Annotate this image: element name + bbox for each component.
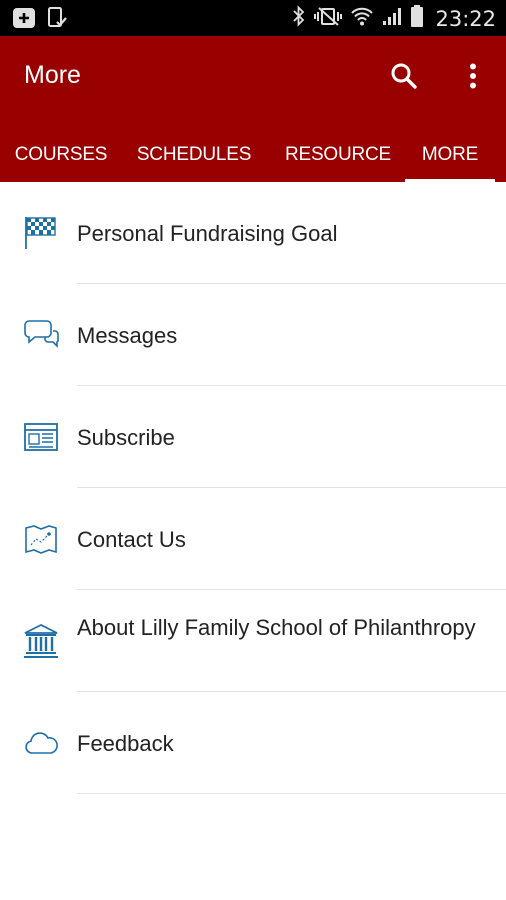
tab-bar: COURSES SCHEDULES RESOURCE MORE: [0, 128, 506, 182]
menu-item-messages[interactable]: Messages: [0, 284, 506, 386]
divider: [77, 793, 506, 794]
menu-item-label: Subscribe: [77, 425, 175, 450]
signal-icon: [381, 5, 403, 32]
chat-bubbles-icon: [23, 317, 59, 353]
tab-more[interactable]: MORE: [405, 128, 495, 182]
more-menu-list: Personal Fundraising Goal Messages Subsc…: [0, 182, 506, 794]
menu-item-feedback[interactable]: Feedback: [0, 692, 506, 794]
menu-item-label: Messages: [77, 323, 178, 348]
menu-item-about[interactable]: About Lilly Family School of Philanthrop…: [0, 590, 506, 692]
add-box-icon: [12, 7, 36, 34]
menu-item-label: Contact Us: [77, 527, 186, 552]
menu-item-contact-us[interactable]: Contact Us: [0, 488, 506, 590]
bluetooth-icon: [292, 5, 306, 32]
tab-courses[interactable]: COURSES: [0, 128, 122, 182]
page-title: More: [24, 61, 81, 89]
cloud-icon: [23, 725, 59, 761]
wifi-icon: [350, 5, 374, 32]
search-icon: [391, 63, 417, 89]
menu-item-label: Feedback: [77, 731, 174, 756]
status-bar: 23:22: [0, 0, 506, 36]
menu-item-label: Personal Fundraising Goal: [77, 221, 338, 246]
newsletter-icon: [23, 419, 59, 455]
menu-item-label: About Lilly Family School of Philanthrop…: [77, 615, 476, 640]
tab-resource[interactable]: RESOURCE: [266, 128, 410, 182]
device-check-icon: [46, 7, 68, 34]
menu-item-personal-fundraising-goal[interactable]: Personal Fundraising Goal: [0, 182, 506, 284]
overflow-menu-icon: [470, 63, 476, 89]
menu-item-subscribe[interactable]: Subscribe: [0, 386, 506, 488]
battery-icon: [410, 4, 424, 33]
institution-icon: [23, 623, 59, 659]
tab-schedules[interactable]: SCHEDULES: [122, 128, 266, 182]
clock: 23:22: [435, 6, 496, 31]
search-button[interactable]: [388, 60, 420, 92]
checkered-flag-icon: [23, 215, 59, 251]
overflow-menu-button[interactable]: [458, 60, 488, 92]
app-bar: More COURSES SCHEDULES RESOURCE MORE: [0, 36, 506, 182]
vibrate-mute-icon: [313, 5, 343, 32]
map-icon: [23, 521, 59, 557]
